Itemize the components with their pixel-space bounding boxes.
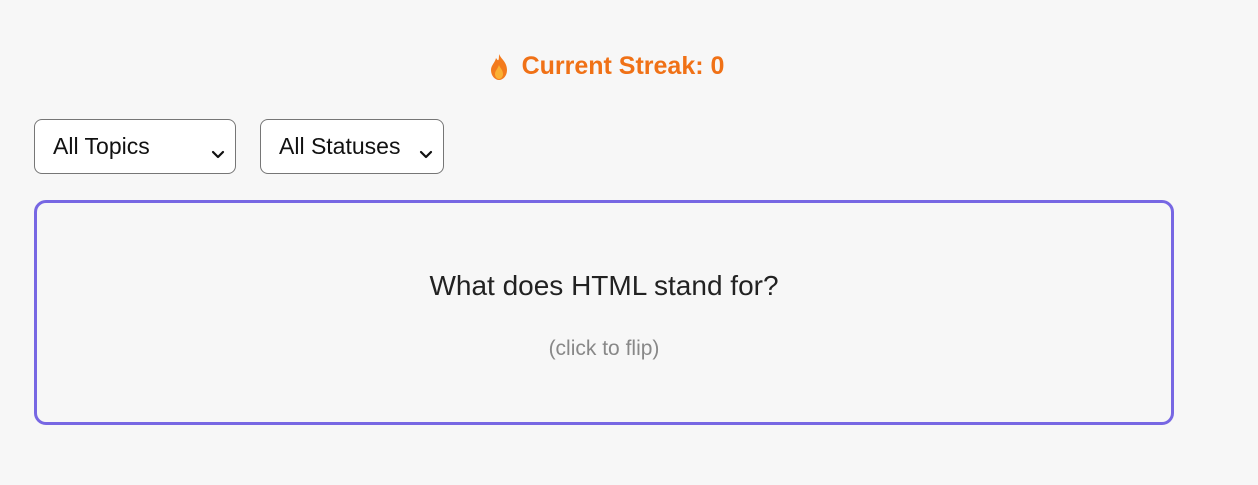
filter-bar: All Topics All Statuses — [34, 119, 444, 174]
flashcard-question: What does HTML stand for? — [429, 270, 779, 301]
fire-icon — [488, 53, 510, 81]
flip-hint: (click to flip) — [548, 337, 660, 360]
topic-filter-select[interactable]: All Topics — [34, 119, 236, 174]
flashcard[interactable]: What does HTML stand for? (click to flip… — [34, 200, 1174, 425]
chevron-down-icon — [211, 140, 225, 158]
chevron-down-icon — [419, 140, 433, 158]
topic-filter-value: All Topics — [53, 133, 150, 159]
streak-label: Current Streak: 0 — [521, 52, 725, 80]
status-filter-value: All Statuses — [279, 133, 401, 159]
status-filter-select[interactable]: All Statuses — [260, 119, 444, 174]
streak-indicator: Current Streak: 0 — [0, 52, 1212, 81]
